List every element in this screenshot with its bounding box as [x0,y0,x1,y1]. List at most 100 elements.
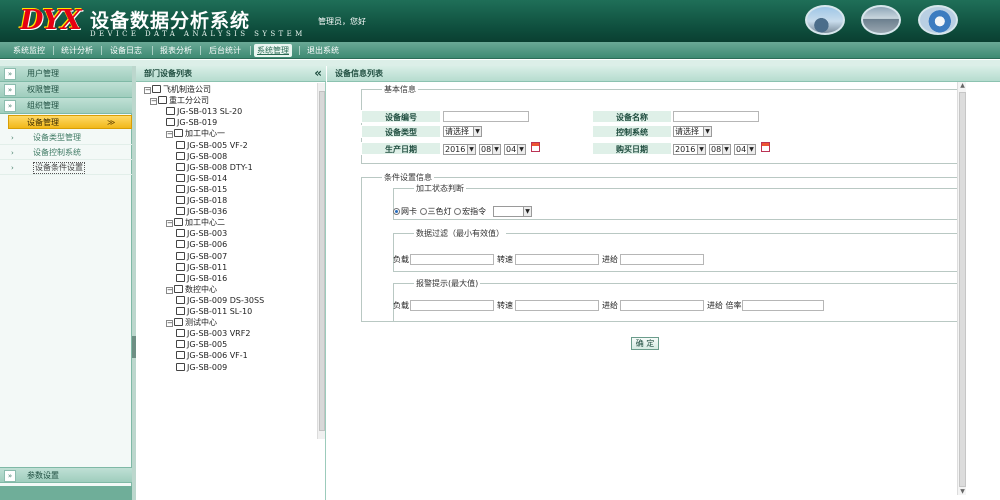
app-title: 设备数据分析系统 [90,10,251,32]
sidebar-subitem-condition-settings[interactable]: › 设备条件设置 [0,161,132,175]
nav-separator [250,46,251,55]
header-photo-workshop [861,5,901,35]
tree-group-node[interactable]: − 测试中心 [166,317,217,328]
purchase-day-select[interactable]: 04 ▼ [734,144,756,155]
sidebar-item-parameters[interactable]: » 参数设置 [0,467,132,483]
tree-device-node[interactable]: JG-SB-003 VRF2 [176,328,250,339]
filter-feed-input[interactable] [620,254,704,265]
alarm-speed-input[interactable] [515,300,599,311]
sidebar-subitem-control-system[interactable]: › 设备控制系统 [0,146,132,160]
tree-device-node[interactable]: JG-SB-018 [176,195,227,206]
tree-group-node[interactable]: − 重工分公司 [150,95,209,106]
tree-node-label: 测试中心 [185,318,217,328]
confirm-button[interactable]: 确 定 [631,337,659,350]
main-scrollbar[interactable]: ▲ ▼ [957,82,966,495]
sidebar-item-permissions[interactable]: » 权限管理 [0,82,132,98]
tree-device-node[interactable]: JG-SB-008 [176,151,227,162]
tree-expand-icon[interactable]: − [166,131,173,139]
tree-device-node[interactable]: JG-SB-016 [176,273,227,284]
chevron-double-left-icon[interactable]: « [314,66,322,81]
sidebar-subitem-label: 设备控制系统 [33,148,81,157]
tree-device-node[interactable]: JG-SB-005 [176,339,227,350]
scroll-thumb[interactable] [959,92,966,487]
tree-expand-icon[interactable]: − [166,220,173,228]
status-method-select[interactable]: ▼ [493,206,532,217]
nav-item-monitor[interactable]: 系统监控 [10,44,48,57]
nav-item-backend-stats[interactable]: 后台统计 [206,44,244,57]
filter-load-input[interactable] [410,254,494,265]
tree-device-node[interactable]: JG-SB-003 [176,228,227,239]
filter-speed-input[interactable] [515,254,599,265]
tree-group-node[interactable]: − 数控中心 [166,284,217,295]
purchase-year-value: 2016 [675,145,696,154]
tree-device-node[interactable]: JG-SB-005 VF-2 [176,140,248,151]
device-name-input[interactable] [673,111,759,122]
nav-separator [53,46,54,55]
tree-node-label: JG-SB-009 [187,362,228,372]
tree-device-node[interactable]: JG-SB-011 SL-10 [176,306,252,317]
calendar-icon[interactable] [531,142,540,152]
tree-device-node[interactable]: JG-SB-006 VF-1 [176,350,248,361]
folder-icon [174,218,183,227]
nav-item-system-admin[interactable]: 系统管理 [254,44,292,57]
alarm-load-input[interactable] [410,300,494,311]
production-month-select[interactable]: 08 ▼ [479,144,501,155]
purchase-year-select[interactable]: 2016 ▼ [673,144,706,155]
sidebar-item-users[interactable]: » 用户管理 [0,66,132,82]
tree-node-label: 加工中心二 [185,218,225,228]
scroll-thumb[interactable] [319,91,325,431]
tree-scrollbar[interactable] [317,83,325,439]
purchase-month-select[interactable]: 08 ▼ [709,144,731,155]
tree-expand-icon[interactable]: − [166,320,173,328]
device-icon [176,196,185,204]
tree-group-node[interactable]: JG-SB-013 SL-20 [166,106,242,117]
nav-item-reports[interactable]: 报表分析 [157,44,195,57]
tree-group-node[interactable]: − 加工中心二 [166,217,225,228]
tree-device-node[interactable]: JG-SB-009 DS-30SS [176,295,264,306]
device-type-label: 设备类型 [361,125,441,138]
main-panel-title: 设备信息列表 [327,66,1000,82]
production-year-select[interactable]: 2016 ▼ [443,144,476,155]
control-system-select[interactable]: 请选择 ▼ [673,126,712,137]
calendar-icon[interactable] [761,142,770,152]
alarm-feed-rate-input[interactable] [742,300,824,311]
alarm-load-label: 负载 [393,301,409,310]
tree-device-node[interactable]: JG-SB-009 [176,362,227,373]
tree-expand-icon[interactable]: − [166,286,173,294]
nav-item-logout[interactable]: 退出系统 [304,44,342,57]
status-judgement-legend: 加工状态判断 [416,184,464,193]
device-type-select[interactable]: 请选择 ▼ [443,126,482,137]
production-day-select[interactable]: 04 ▼ [504,144,526,155]
radio-tricolor-light[interactable] [419,208,427,215]
tree-device-node[interactable]: JG-SB-007 [176,251,227,262]
nav-item-device-log[interactable]: 设备日志 [107,44,145,57]
sidebar-item-label: 权限管理 [27,85,59,94]
scroll-down-icon[interactable]: ▼ [959,488,966,495]
tree-device-node[interactable]: JG-SB-015 [176,184,227,195]
tree-node-label: JG-SB-005 [187,340,228,350]
header-photo-gears [918,5,958,35]
nav-item-statistics[interactable]: 统计分析 [58,44,96,57]
tree-expand-icon[interactable]: − [144,87,151,94]
device-code-input[interactable] [443,111,529,122]
tree-group-node[interactable]: − 加工中心一 [166,128,225,139]
alarm-feed-input[interactable] [620,300,704,311]
tree-device-node[interactable]: JG-SB-014 [176,173,227,184]
sidebar-subitem-device-types[interactable]: › 设备类型管理 [0,131,132,145]
scroll-up-icon[interactable]: ▲ [959,82,966,89]
radio-network-card-label: 网卡 [401,207,417,216]
bullet-icon: › [11,164,14,172]
tree-device-node[interactable]: JG-SB-006 [176,239,227,250]
tree-device-node[interactable]: JG-SB-008 DTY-1 [176,162,253,173]
radio-macro[interactable] [454,208,462,215]
radio-network-card[interactable] [393,208,400,215]
tree-expand-icon[interactable]: − [150,98,157,106]
device-icon [176,273,185,282]
sidebar-item-organization[interactable]: » 组织管理 [0,98,132,114]
tree-device-node[interactable]: JG-SB-036 [176,206,227,217]
tree-device-node[interactable]: JG-SB-011 [176,262,227,273]
sidebar-item-label: 用户管理 [27,69,59,78]
sidebar-item-device-management[interactable]: 设备管理 ≫ [8,115,132,129]
tree-group-node[interactable]: − 飞机制造公司 [144,84,211,95]
tree-group-node[interactable]: JG-SB-019 [166,117,217,128]
